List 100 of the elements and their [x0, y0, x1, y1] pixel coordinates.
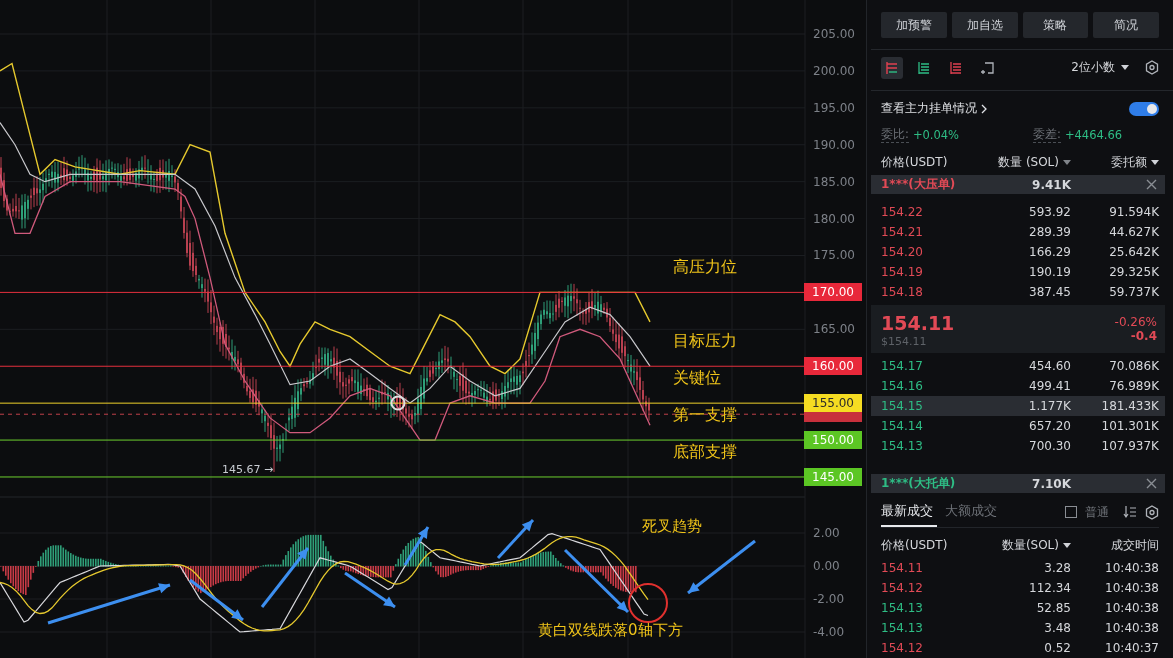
ask-quantity: 166.29: [1028, 245, 1071, 259]
view-toggle[interactable]: [881, 56, 903, 79]
trade-quantity: 112.34: [1028, 581, 1071, 595]
change-percent: -0.26%: [1114, 315, 1157, 329]
close-icon[interactable]: [1146, 478, 1157, 489]
action-button[interactable]: 加预警: [881, 12, 947, 38]
trade-time: 10:40:38: [1104, 621, 1159, 635]
arrow: [496, 519, 535, 559]
bid-quantity: 1.177K: [1027, 399, 1071, 413]
ask-price: 154.19: [881, 265, 924, 279]
close-icon[interactable]: [1146, 179, 1157, 190]
annotation-label: 黄白双线跌落0轴下方: [538, 620, 683, 640]
checkbox[interactable]: [1065, 506, 1077, 518]
main-orders-link[interactable]: 查看主力挂单情况: [881, 100, 977, 118]
bid-total: 76.989K: [1108, 379, 1159, 393]
order-book-icon: [885, 60, 899, 75]
frame-icon: [981, 60, 995, 75]
ask-total: 44.627K: [1108, 225, 1159, 239]
ask-total: 25.642K: [1108, 245, 1159, 259]
trade-quantity: 3.28: [1043, 561, 1071, 575]
ratio-label: 委比:: [881, 126, 909, 143]
diff-label: 委差:: [1033, 126, 1061, 143]
precision-dropdown[interactable]: 2位小数: [1071, 59, 1129, 77]
trades-tab[interactable]: 最新成交: [881, 497, 937, 527]
sort-icon[interactable]: [1123, 505, 1137, 519]
bid-row[interactable]: 154.13 700.30 107.937K: [881, 436, 1159, 456]
bid-price: 154.17: [881, 359, 924, 373]
bid-row[interactable]: 154.16 499.41 76.989K: [881, 376, 1159, 396]
bid-total: 181.433K: [1100, 399, 1159, 413]
arrow: [260, 547, 310, 608]
axis-label: 185.00: [813, 173, 855, 190]
trades-tab[interactable]: 大额成交: [945, 497, 1001, 527]
price-tag: 170.00: [804, 283, 862, 302]
action-button[interactable]: 加自选: [951, 12, 1018, 38]
caret-icon: [1063, 159, 1071, 165]
trade-price: 154.11: [881, 561, 924, 575]
bid-row[interactable]: 154.15 1.177K 181.433K: [871, 396, 1165, 416]
axis-label: 175.00: [813, 247, 855, 264]
arrow: [344, 571, 396, 609]
axis-label: 180.00: [813, 210, 855, 227]
checkbox-label: 普通: [1085, 503, 1109, 521]
column-header: 价格(USDT): [881, 153, 949, 171]
trade-time: 10:40:38: [1104, 561, 1159, 575]
ask-total: 91.594K: [1108, 205, 1159, 219]
last-price: 154.11: [881, 310, 955, 335]
trade-quantity: 52.85: [1035, 601, 1071, 615]
trade-price: 154.13: [881, 601, 924, 615]
circle-marker: [390, 395, 406, 411]
axis-label: 205.00: [813, 26, 855, 42]
arrow: [687, 539, 756, 595]
settings-icon[interactable]: [1145, 60, 1159, 76]
trade-price: 154.12: [881, 581, 924, 595]
bid-price: 154.15: [881, 399, 924, 413]
ask-quantity: 387.45: [1028, 285, 1071, 299]
ask-price: 154.18: [881, 285, 924, 299]
bid-row[interactable]: 154.14 657.20 101.301K: [881, 416, 1159, 436]
level-label: 关键位: [673, 367, 721, 390]
level-label: 目标压力: [673, 330, 737, 353]
list-icon: [949, 60, 963, 75]
level-label: 第一支撑: [673, 404, 737, 427]
ask-price: 154.20: [881, 245, 924, 259]
caret-icon: [1151, 159, 1159, 165]
axis-label: -4.00: [813, 624, 845, 640]
change-value: -0.4: [1130, 329, 1157, 343]
axis-label: 0.00: [813, 558, 840, 574]
banner-label: 1***(大压单): [881, 176, 957, 193]
ask-quantity: 593.92: [1028, 205, 1071, 219]
bid-row[interactable]: 154.17 454.60 70.086K: [881, 356, 1159, 376]
trade-quantity: 0.52: [1043, 641, 1071, 655]
toggle-switch[interactable]: [1129, 101, 1159, 116]
axis-label: 200.00: [813, 62, 855, 79]
column-header[interactable]: 委托额: [1071, 153, 1159, 171]
bid-quantity: 499.41: [1028, 379, 1071, 393]
column-header[interactable]: 数量 (SOL): [981, 153, 1071, 171]
trade-price: 154.13: [881, 621, 924, 635]
ask-quantity: 190.19: [1028, 265, 1071, 279]
column-header[interactable]: 数量(SOL): [981, 536, 1071, 554]
settings-icon[interactable]: [1145, 504, 1159, 520]
bid-quantity: 657.20: [1028, 419, 1071, 433]
banner-amount: 7.10K: [1031, 476, 1071, 491]
arrow: [403, 526, 430, 566]
usd-price: $154.11: [881, 334, 928, 348]
ask-price: 154.22: [881, 205, 924, 219]
axis-label: 195.00: [813, 99, 855, 116]
trade-time: 10:40:38: [1104, 601, 1159, 615]
axis-label: 165.00: [813, 321, 855, 338]
price-tag: 155.00: [804, 394, 862, 413]
column-header: 成交时间: [1110, 536, 1159, 554]
circle-marker: [628, 583, 668, 623]
axis-label: 2.00: [813, 525, 840, 541]
trade-time: 10:40:37: [1104, 641, 1159, 655]
annotation-label: 死叉趋势: [642, 516, 702, 536]
axis-label: -2.00: [813, 591, 845, 607]
bid-price: 154.13: [881, 439, 924, 453]
low-price-label: 145.67 →: [222, 463, 274, 476]
column-header: 价格(USDT): [881, 536, 949, 554]
diff-value: +4464.66: [1064, 127, 1123, 142]
action-button[interactable]: 策略: [1022, 12, 1089, 38]
action-button[interactable]: 简况: [1093, 12, 1159, 38]
list-icon: [917, 60, 931, 75]
